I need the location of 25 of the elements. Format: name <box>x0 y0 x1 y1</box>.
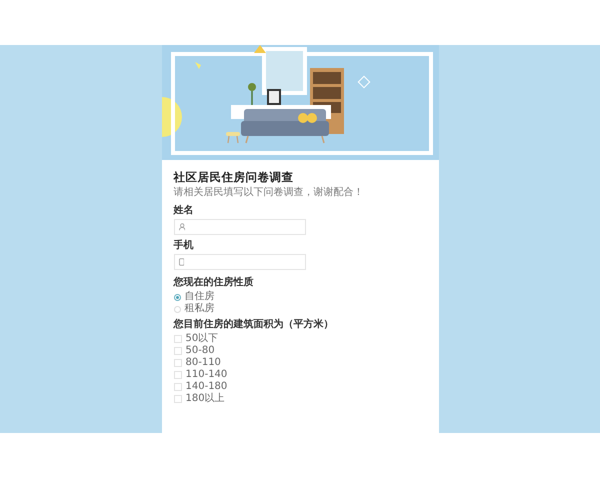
field-label: 手机 <box>174 240 194 252</box>
checkbox[interactable] <box>174 371 182 379</box>
option-label: 自住房 <box>184 291 214 302</box>
checkbox[interactable] <box>174 359 182 367</box>
phone-icon <box>178 258 184 266</box>
person-icon <box>178 223 185 231</box>
checkbox[interactable] <box>174 335 182 343</box>
input-field[interactable] <box>174 254 306 270</box>
checkbox[interactable] <box>174 347 182 355</box>
form-intro: 请相关居民填写以下问卷调查，谢谢配合！ <box>174 187 364 199</box>
checkbox[interactable] <box>174 395 182 403</box>
option-label: 140-180 <box>186 381 228 392</box>
checkbox[interactable] <box>174 383 182 391</box>
field-label: 姓名 <box>174 205 194 217</box>
option-label: 180以上 <box>186 393 225 405</box>
question-title: 您目前住房的建筑面积为（平方米） <box>174 319 334 331</box>
option-label: 租私房 <box>184 303 214 315</box>
option-label: 80-110 <box>186 357 221 369</box>
input-field[interactable] <box>174 219 306 235</box>
radio-button[interactable] <box>174 294 180 300</box>
form-title: 社区居民住房问卷调查 <box>174 170 294 184</box>
question-title: 您现在的住房性质 <box>174 277 254 289</box>
option-label: 110-140 <box>186 369 228 381</box>
option-label: 50-80 <box>186 345 215 357</box>
option-label: 50以下 <box>186 333 218 345</box>
